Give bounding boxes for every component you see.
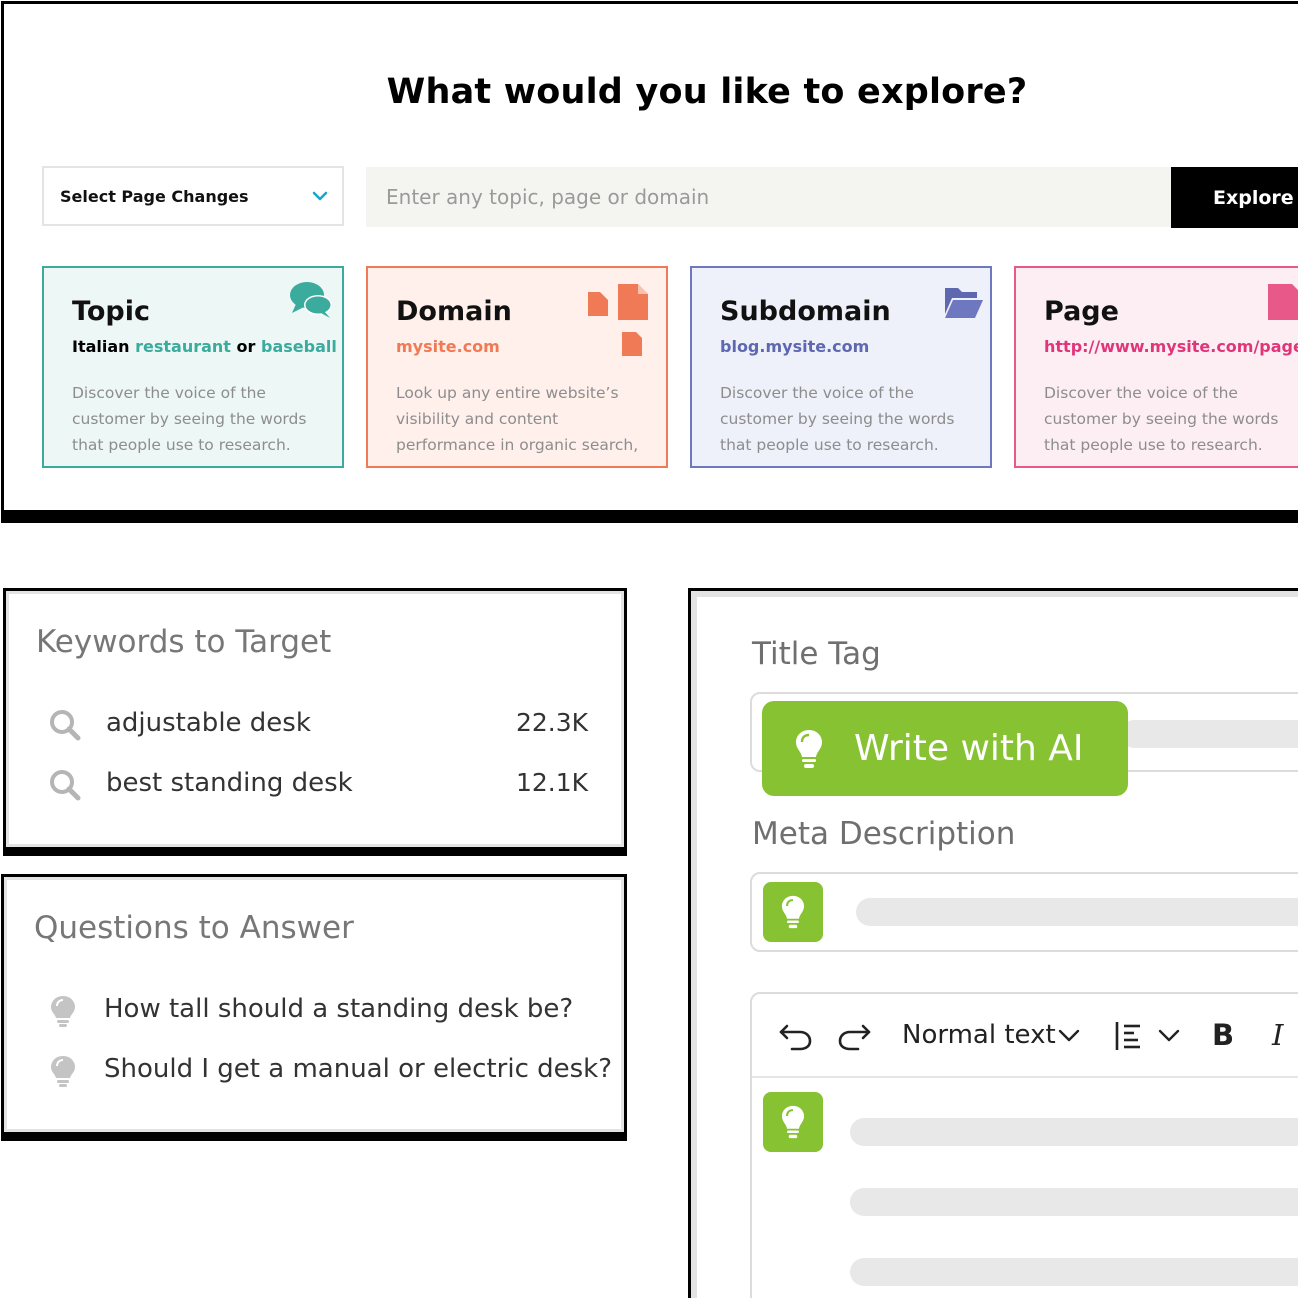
bold-button[interactable]: B bbox=[1212, 1018, 1234, 1052]
card-title: Page bbox=[1044, 296, 1119, 327]
chevron-down-icon bbox=[312, 191, 328, 201]
write-with-ai-label: Write with AI bbox=[854, 728, 1084, 769]
keyword-text: adjustable desk bbox=[106, 708, 311, 738]
lightbulb-icon bbox=[51, 1056, 75, 1087]
lightbulb-icon bbox=[781, 895, 805, 929]
card-subdomain[interactable]: Subdomain blog.mysite.com Discover the v… bbox=[690, 266, 992, 468]
title-tag-label: Title Tag bbox=[752, 636, 881, 672]
ai-suggest-button[interactable] bbox=[763, 1092, 823, 1152]
keyword-volume: 22.3K bbox=[516, 708, 589, 737]
page-changes-select[interactable]: Select Page Changes bbox=[42, 166, 344, 226]
undo-icon[interactable] bbox=[778, 1018, 814, 1054]
lightbulb-icon bbox=[781, 1105, 805, 1139]
keyword-text: best standing desk bbox=[106, 768, 353, 798]
question-text: How tall should a standing desk be? bbox=[104, 994, 574, 1024]
card-description: Discover the voice of the customer by se… bbox=[1044, 384, 1279, 454]
card-subtitle: http://www.mysite.com/page.html bbox=[1044, 337, 1298, 356]
document-icon bbox=[1268, 284, 1298, 320]
card-description: Discover the voice of the customer by se… bbox=[720, 384, 955, 454]
chat-bubbles-icon bbox=[290, 282, 332, 318]
folder-icon bbox=[945, 288, 983, 318]
card-topic[interactable]: Topic Italian restaurant or baseball Dis… bbox=[42, 266, 344, 468]
keywords-title: Keywords to Target bbox=[36, 624, 332, 660]
title-tag-placeholder bbox=[1120, 720, 1298, 748]
content-placeholder-line bbox=[850, 1258, 1298, 1286]
keyword-volume: 12.1K bbox=[516, 768, 589, 797]
select-label: Select Page Changes bbox=[60, 186, 249, 206]
card-domain[interactable]: Domain mysite.com Look up any entire web… bbox=[366, 266, 668, 468]
write-with-ai-button[interactable]: Write with AI bbox=[762, 701, 1128, 796]
card-subtitle: Italian restaurant or baseball bbox=[72, 337, 337, 356]
search-icon bbox=[50, 710, 81, 741]
text-style-select[interactable]: Normal text bbox=[902, 1020, 1056, 1050]
search-input[interactable] bbox=[366, 167, 1171, 227]
chevron-down-icon[interactable] bbox=[1158, 1028, 1180, 1044]
meta-description-placeholder bbox=[856, 898, 1298, 926]
card-subtitle: blog.mysite.com bbox=[720, 337, 870, 356]
meta-description-label: Meta Description bbox=[752, 816, 1016, 852]
card-description: Look up any entire website’s visibility … bbox=[396, 384, 639, 454]
content-placeholder-line bbox=[850, 1118, 1298, 1146]
lightbulb-icon bbox=[796, 729, 822, 768]
search-icon bbox=[50, 770, 81, 801]
card-description: Discover the voice of the customer by se… bbox=[72, 384, 307, 454]
toolbar-divider bbox=[752, 1076, 1298, 1078]
redo-icon[interactable] bbox=[836, 1018, 872, 1054]
explore-title: What would you like to explore? bbox=[386, 72, 1028, 112]
questions-title: Questions to Answer bbox=[34, 910, 354, 946]
lightbulb-icon bbox=[51, 996, 75, 1027]
question-text: Should I get a manual or electric desk? bbox=[104, 1054, 613, 1084]
italic-button[interactable]: I bbox=[1272, 1018, 1283, 1052]
ai-suggest-button[interactable] bbox=[763, 882, 823, 942]
explore-button[interactable]: Explore bbox=[1171, 167, 1298, 228]
documents-icon bbox=[588, 284, 648, 356]
align-left-icon[interactable] bbox=[1114, 1020, 1146, 1052]
content-placeholder-line bbox=[850, 1188, 1298, 1216]
chevron-down-icon bbox=[1058, 1029, 1080, 1042]
card-page[interactable]: Page http://www.mysite.com/page.html Dis… bbox=[1014, 266, 1298, 468]
